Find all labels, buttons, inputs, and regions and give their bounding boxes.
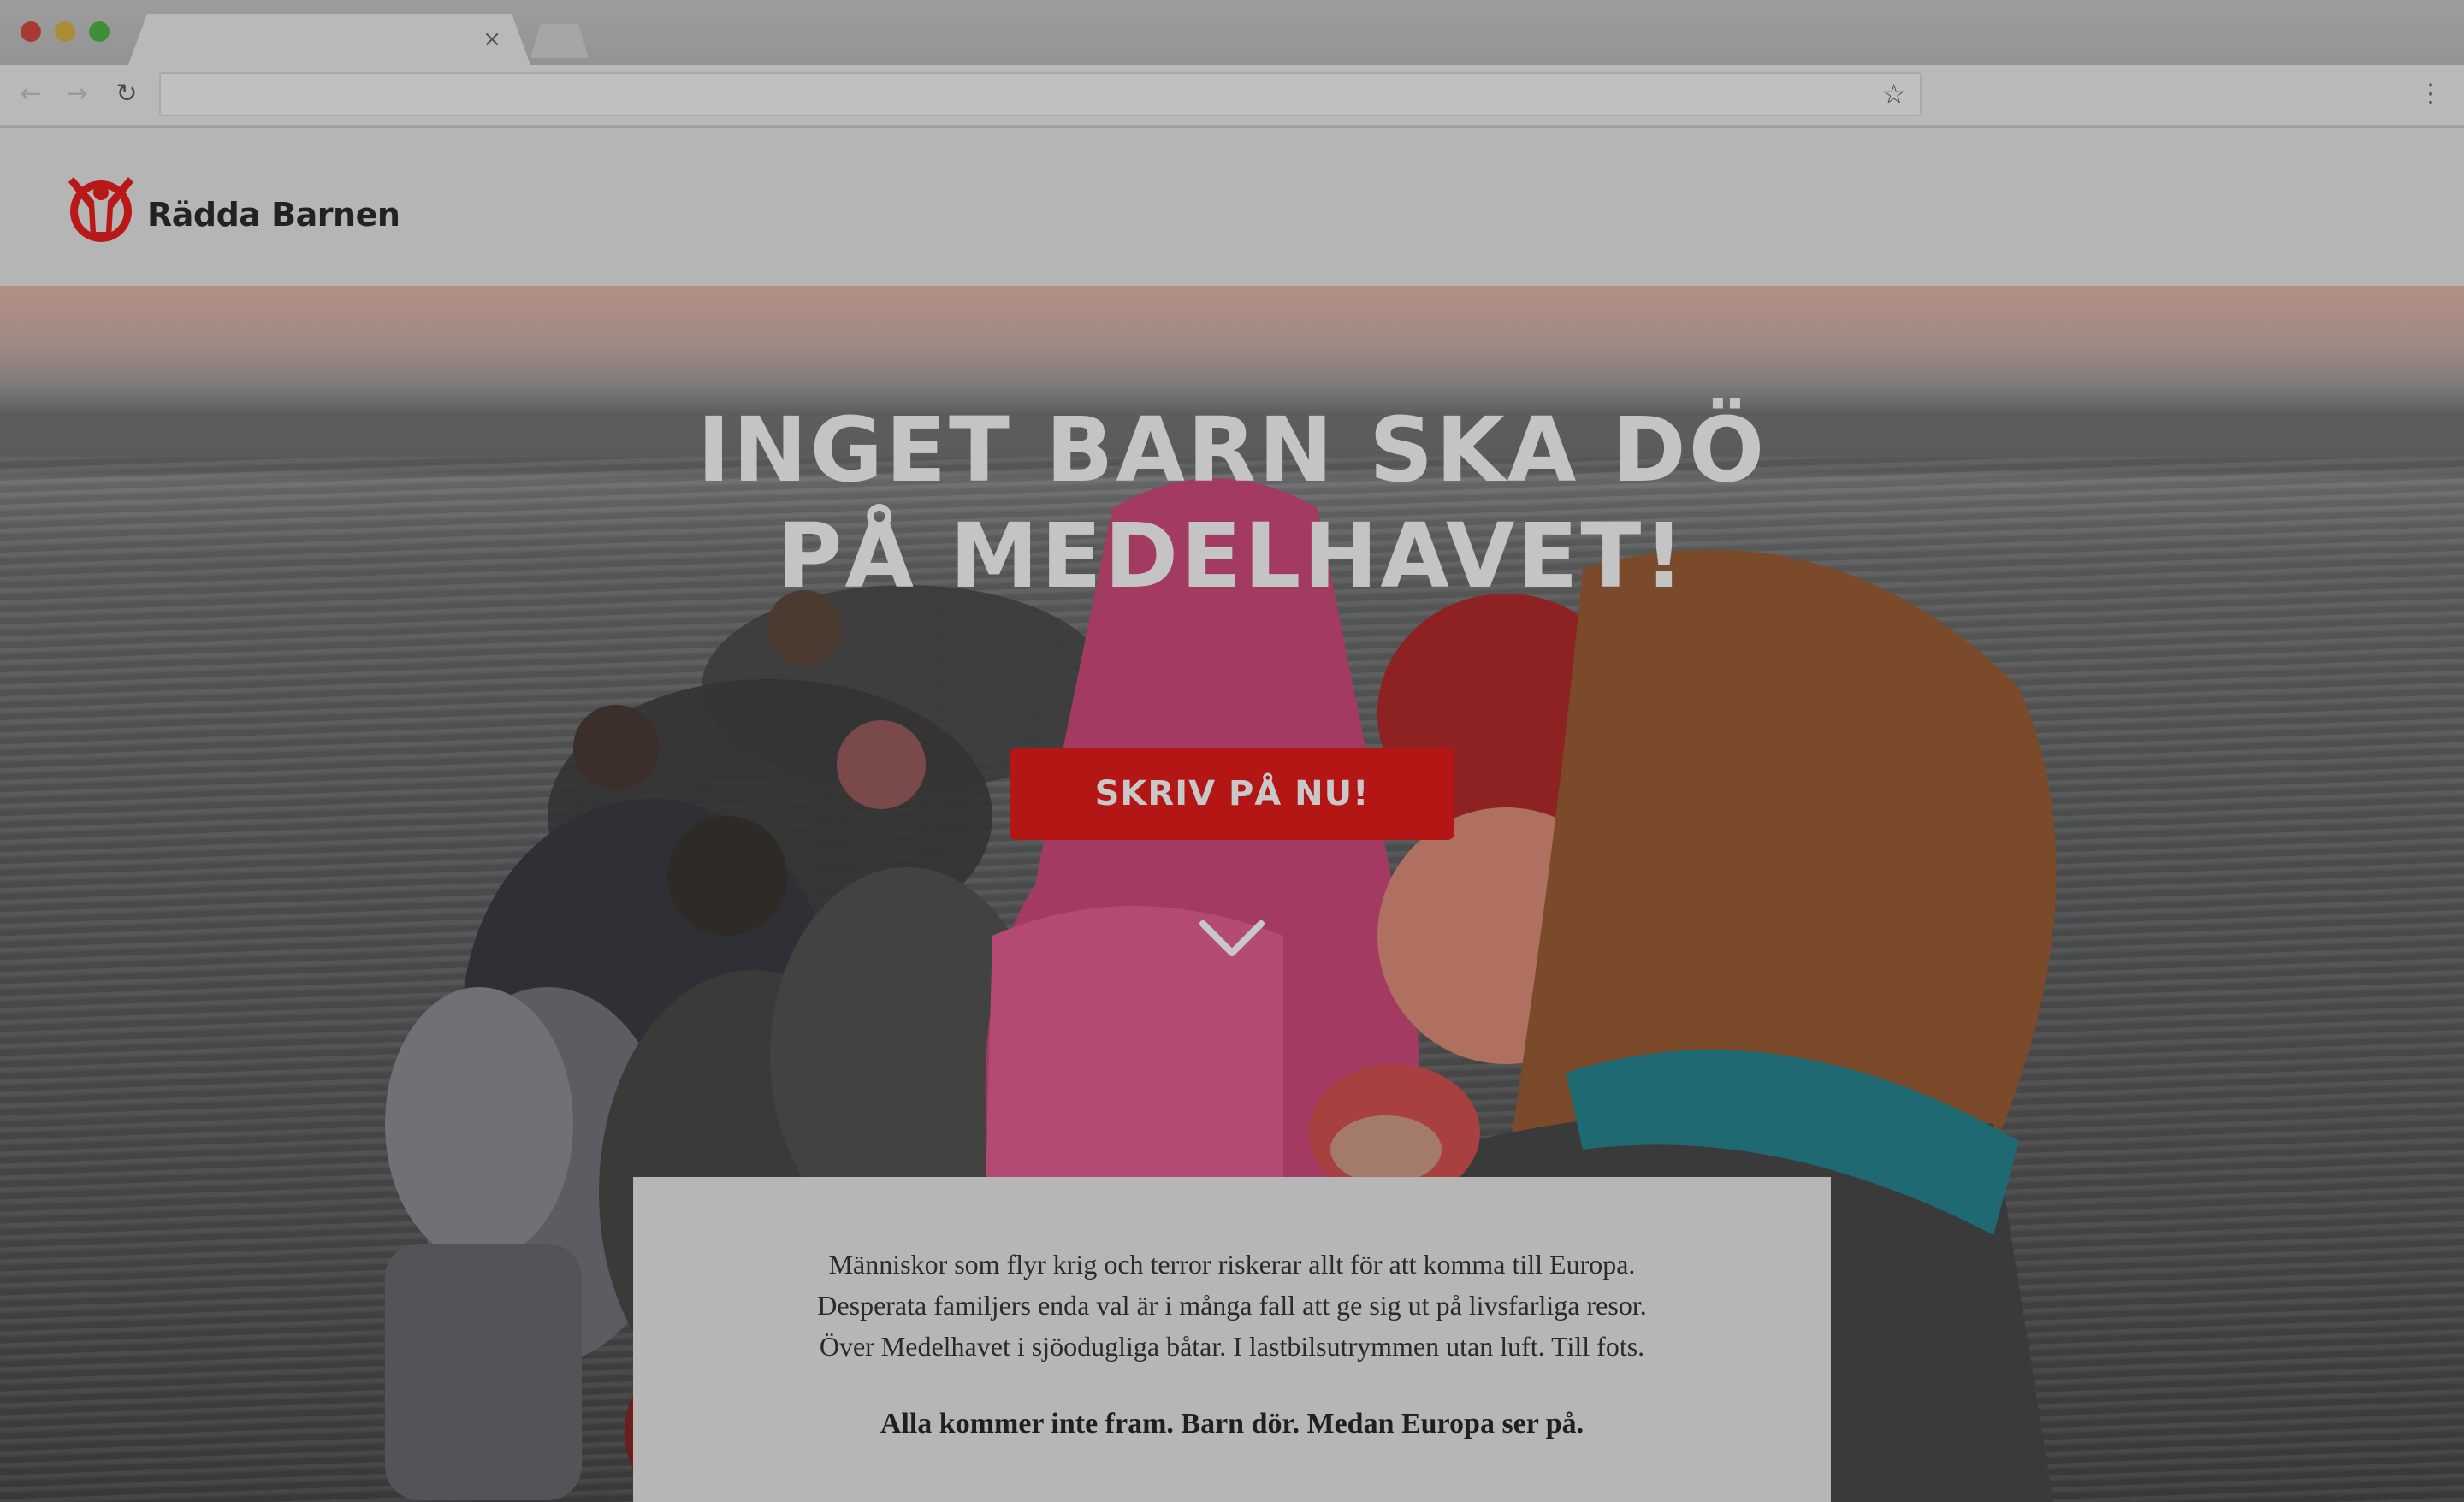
window-minimize-button[interactable] [55, 21, 75, 42]
intro-tagline: Alla kommer inte fram. Barn dör. Medan E… [880, 1408, 1584, 1440]
bookmark-star-icon[interactable]: ☆ [1881, 77, 1906, 111]
intro-line: Desperata familjers enda val är i många … [817, 1290, 1647, 1321]
hero-title: INGET BARN SKA DÖ PÅ MEDELHAVET! [0, 397, 2464, 609]
browser-tab-active[interactable]: × [128, 14, 530, 65]
forward-arrow-icon[interactable]: → [60, 77, 94, 111]
window-zoom-button[interactable] [89, 21, 110, 42]
site-header: Rädda Barnen [0, 128, 2464, 286]
browser-toolbar: ← → ↻ ☆ ⋮ [0, 65, 2464, 127]
new-tab-button[interactable] [530, 24, 589, 58]
reload-icon[interactable]: ↻ [110, 77, 144, 111]
intro-line: Människor som flyr krig och terror riske… [828, 1249, 1636, 1280]
site-logo[interactable]: Rädda Barnen [65, 166, 400, 248]
back-arrow-icon[interactable]: ← [14, 77, 48, 111]
window-close-button[interactable] [21, 21, 41, 42]
hero-title-line-1: INGET BARN SKA DÖ [696, 398, 1768, 502]
chevron-down-icon[interactable] [1198, 917, 1266, 960]
browser-menu-icon[interactable]: ⋮ [2418, 77, 2443, 111]
intro-paragraph: Människor som flyr krig och terror riske… [719, 1244, 1745, 1367]
tab-close-icon[interactable]: × [483, 24, 501, 55]
intro-card: Människor som flyr krig och terror riske… [633, 1177, 1831, 1502]
child-arms-raised-icon [68, 177, 133, 242]
address-bar[interactable]: ☆ [159, 72, 1922, 116]
sign-now-button[interactable]: SKRIV PÅ NU! [1010, 748, 1454, 840]
hero-title-line-2: PÅ MEDELHAVET! [777, 504, 1687, 608]
intro-line: Över Medelhavet i sjöodugliga båtar. I l… [819, 1331, 1645, 1362]
logo-text: Rädda Barnen [147, 196, 400, 234]
browser-titlebar: × [0, 0, 2464, 65]
